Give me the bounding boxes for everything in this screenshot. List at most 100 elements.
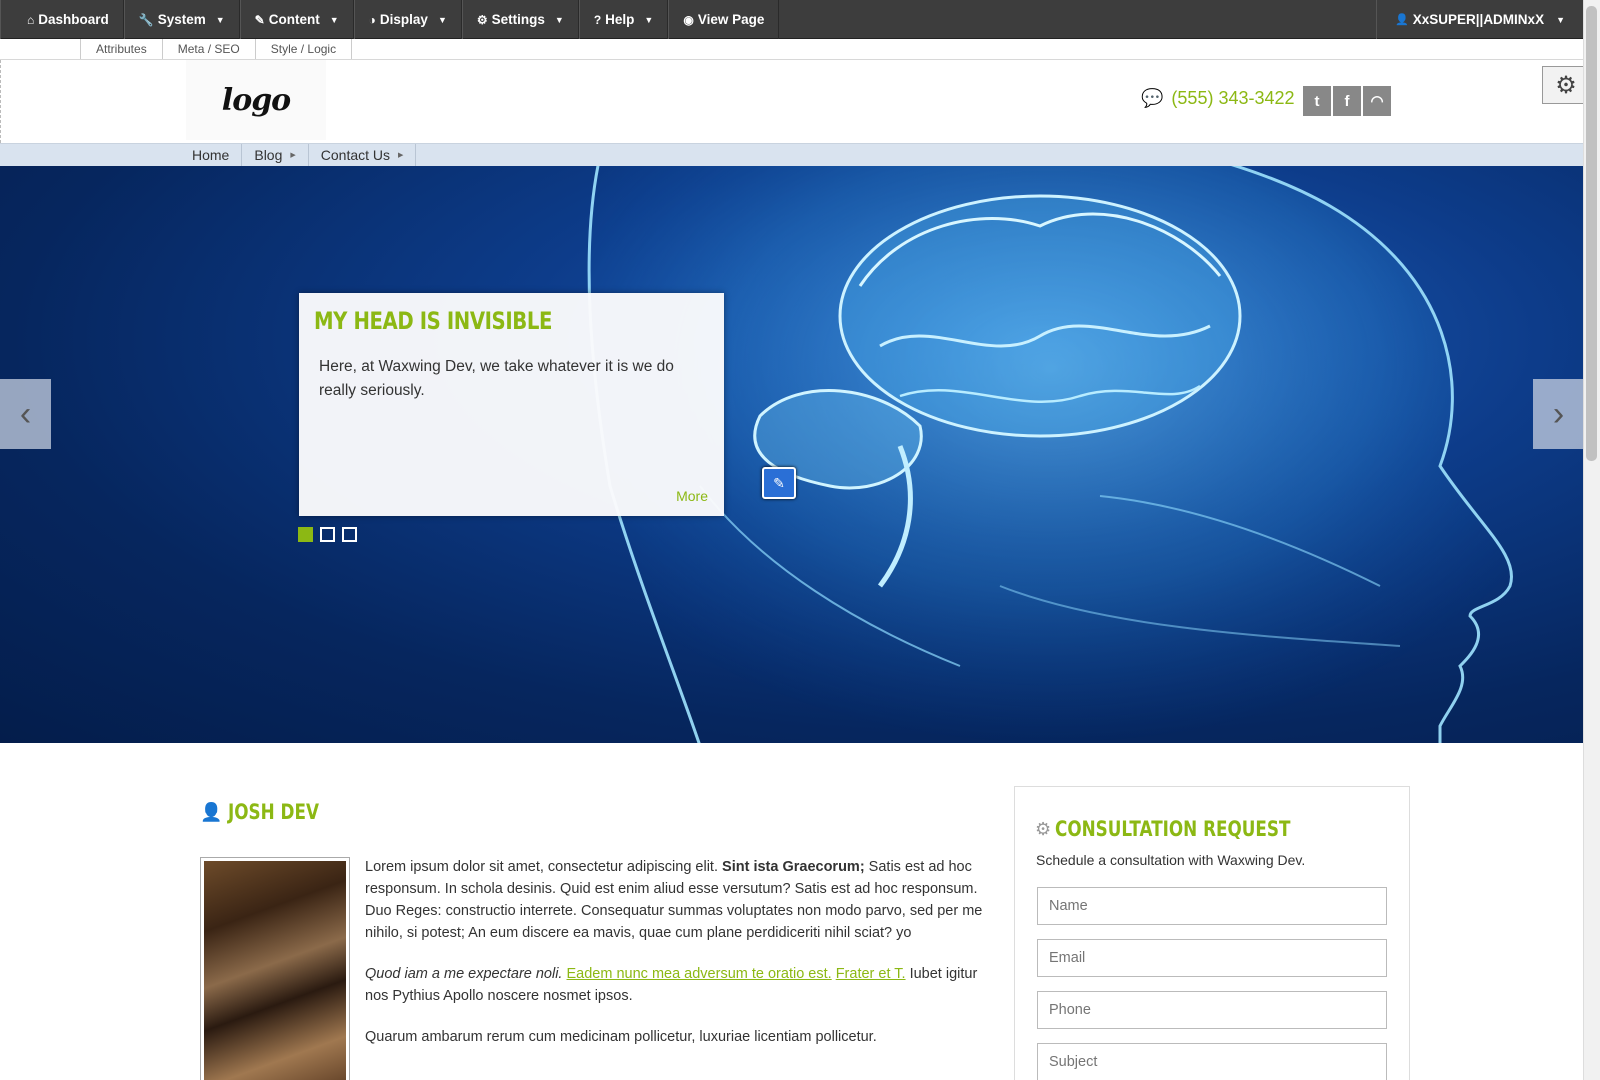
slide-caption-box: MY HEAD IS INVISIBLE Here, at Waxwing De… [299, 293, 724, 516]
rss-icon: ◠ [1370, 93, 1384, 110]
eye-icon: ◉ [683, 12, 694, 27]
caret-down-icon: ▼ [329, 14, 339, 25]
sub-tab-2[interactable]: Style / Logic [255, 39, 353, 60]
gear-icon: ⚙ [476, 12, 488, 27]
site-logo[interactable]: logo [186, 60, 326, 140]
nav-item-label: Contact Us [320, 147, 391, 163]
caret-down-icon: ▼ [554, 14, 564, 25]
admin-menu-dashboard[interactable]: ⌂ Dashboard [0, 0, 124, 39]
admin-menu-settings[interactable]: ⚙ Settings ▼ [461, 0, 579, 39]
admin-menu-label: Help [605, 12, 635, 27]
subject-field[interactable] [1037, 1043, 1387, 1080]
twitter-icon: t [1314, 92, 1320, 110]
hero-slider: ‹ › MY HEAD IS INVISIBLE Here, at Waxwin… [0, 166, 1583, 743]
slide-more-link[interactable]: More [676, 488, 708, 504]
bio-p1-bold: Sint ista Graecorum; [722, 859, 865, 875]
edit-icon: ✎ [254, 12, 265, 27]
slider-dot-2[interactable] [320, 527, 335, 542]
main-nav-bar: Home Blog ▶ Contact Us ▶ [0, 143, 1583, 167]
admin-toolbar: ⌂ Dashboard 🔧 System ▼ ✎ Content ▼ ◑ Display ▼ ⚙ Set… [0, 0, 1583, 39]
author-photo [200, 857, 350, 1080]
caret-down-icon: ▼ [215, 14, 225, 25]
chevron-left-icon: ‹ [19, 394, 32, 433]
chevron-right-icon: › [1552, 394, 1565, 433]
caret-down-icon: ▼ [1556, 14, 1565, 25]
admin-user-menu[interactable]: 👤 XxSUPER||ADMINxX ▼ [1376, 0, 1583, 39]
slider-dots [298, 527, 364, 542]
admin-menu-label: View Page [697, 12, 765, 27]
page-root: ⌂ Dashboard 🔧 System ▼ ✎ Content ▼ ◑ Display ▼ ⚙ Set… [0, 0, 1600, 1080]
sub-tab-1[interactable]: Meta / SEO [162, 39, 256, 60]
bio-paragraph-2: Quod iam a me expectare noli. Eadem nunc… [365, 963, 985, 1007]
brain-xray-image [587, 166, 1513, 743]
user-icon: 👤 [200, 801, 223, 823]
nav-item-label: Blog [254, 147, 283, 163]
facebook-icon: f [1344, 92, 1350, 110]
name-field[interactable] [1037, 887, 1387, 925]
phone-contact: 💬 (555) 343-3422 [1141, 88, 1295, 109]
slider-dot-3[interactable] [342, 527, 357, 542]
admin-menu-content[interactable]: ✎ Content ▼ [239, 0, 354, 39]
scrollbar-thumb[interactable] [1586, 6, 1597, 461]
slide-text: Here, at Waxwing Dev, we take whatever i… [319, 358, 674, 399]
sub-tab-0[interactable]: Attributes [81, 39, 163, 60]
author-name: JOSH DEV [228, 800, 320, 824]
admin-menu-label: Display [379, 12, 428, 27]
main-content: 👤 JOSH DEV Lorem ipsum dolor sit amet, c… [200, 800, 990, 1080]
nav-item-blog[interactable]: Blog ▶ [242, 144, 309, 167]
submenu-arrow-icon: ▶ [290, 152, 296, 160]
caret-down-icon: ▼ [644, 14, 654, 25]
consultation-panel: ⚙ CONSULTATION REQUEST Schedule a consul… [1014, 786, 1410, 1080]
slide-edit-button[interactable]: ✎ [762, 467, 796, 499]
consultation-heading: ⚙ CONSULTATION REQUEST [1035, 817, 1349, 841]
gear-icon: ⚙ [1555, 71, 1577, 99]
facebook-button[interactable]: f [1333, 86, 1361, 116]
rss-button[interactable]: ◠ [1363, 86, 1391, 116]
consultation-title: CONSULTATION REQUEST [1055, 817, 1291, 841]
logo-text: logo [221, 82, 291, 118]
slider-next-button[interactable]: › [1533, 379, 1583, 449]
site-header: logo 💬 (555) 343-3422 t f ◠ [0, 60, 1583, 143]
admin-menu-label: Dashboard [38, 12, 109, 27]
cog-icon: ⚙ [1035, 818, 1052, 840]
bio-p1-text: Lorem ipsum dolor sit amet, consectetur … [365, 859, 723, 875]
bio-p2-italic: Quod iam a me expectare noli. [365, 966, 563, 982]
phone-number: (555) 343-3422 [1171, 88, 1295, 108]
bio-paragraph-1: Lorem ipsum dolor sit amet, consectetur … [365, 856, 985, 944]
contrast-icon: ◑ [368, 12, 376, 27]
bio-link-2[interactable]: Frater et T. [836, 966, 906, 982]
submenu-arrow-icon: ▶ [398, 152, 404, 160]
chat-bubble-icon: 💬 [1141, 88, 1164, 108]
question-icon: ? [593, 12, 602, 27]
nav-item-label: Home [192, 147, 230, 163]
nav-item-contact-us[interactable]: Contact Us ▶ [309, 144, 417, 167]
page-sub-tabs: Attributes Meta / SEO Style / Logic [80, 39, 353, 60]
email-field[interactable] [1037, 939, 1387, 977]
wrench-icon: 🔧 [138, 12, 154, 27]
author-bio: Lorem ipsum dolor sit amet, consectetur … [365, 856, 985, 1067]
slider-prev-button[interactable]: ‹ [0, 379, 51, 449]
caret-down-icon: ▼ [437, 14, 447, 25]
consultation-subtitle: Schedule a consultation with Waxwing Dev… [1036, 852, 1306, 868]
author-photo-image [204, 861, 346, 1080]
admin-menu-label: System [157, 12, 206, 27]
author-heading: 👤 JOSH DEV [200, 800, 990, 824]
twitter-button[interactable]: t [1303, 86, 1331, 116]
home-icon: ⌂ [27, 12, 35, 27]
slide-title: MY HEAD IS INVISIBLE [314, 307, 552, 335]
user-icon: 👤 [1395, 14, 1409, 26]
admin-menu-label: Settings [491, 12, 545, 27]
slider-dot-1[interactable] [298, 527, 313, 542]
admin-menu-label: Content [268, 12, 320, 27]
admin-menu-help[interactable]: ? Help ▼ [578, 0, 669, 39]
admin-menu-display[interactable]: ◑ Display ▼ [353, 0, 462, 39]
admin-menu-view-page[interactable]: ◉ View Page [668, 0, 780, 39]
bio-link-1[interactable]: Eadem nunc mea adversum te oratio est. [567, 966, 832, 982]
admin-user-label: XxSUPER||ADMINxX [1412, 12, 1545, 27]
admin-menu-system[interactable]: 🔧 System ▼ [123, 0, 240, 39]
phone-field[interactable] [1037, 991, 1387, 1029]
edit-icon: ✎ [773, 474, 785, 491]
bio-paragraph-3: Quarum ambarum rerum cum medicinam polli… [365, 1029, 877, 1045]
nav-item-home[interactable]: Home [180, 144, 243, 167]
main-nav: Home Blog ▶ Contact Us ▶ [180, 144, 417, 167]
